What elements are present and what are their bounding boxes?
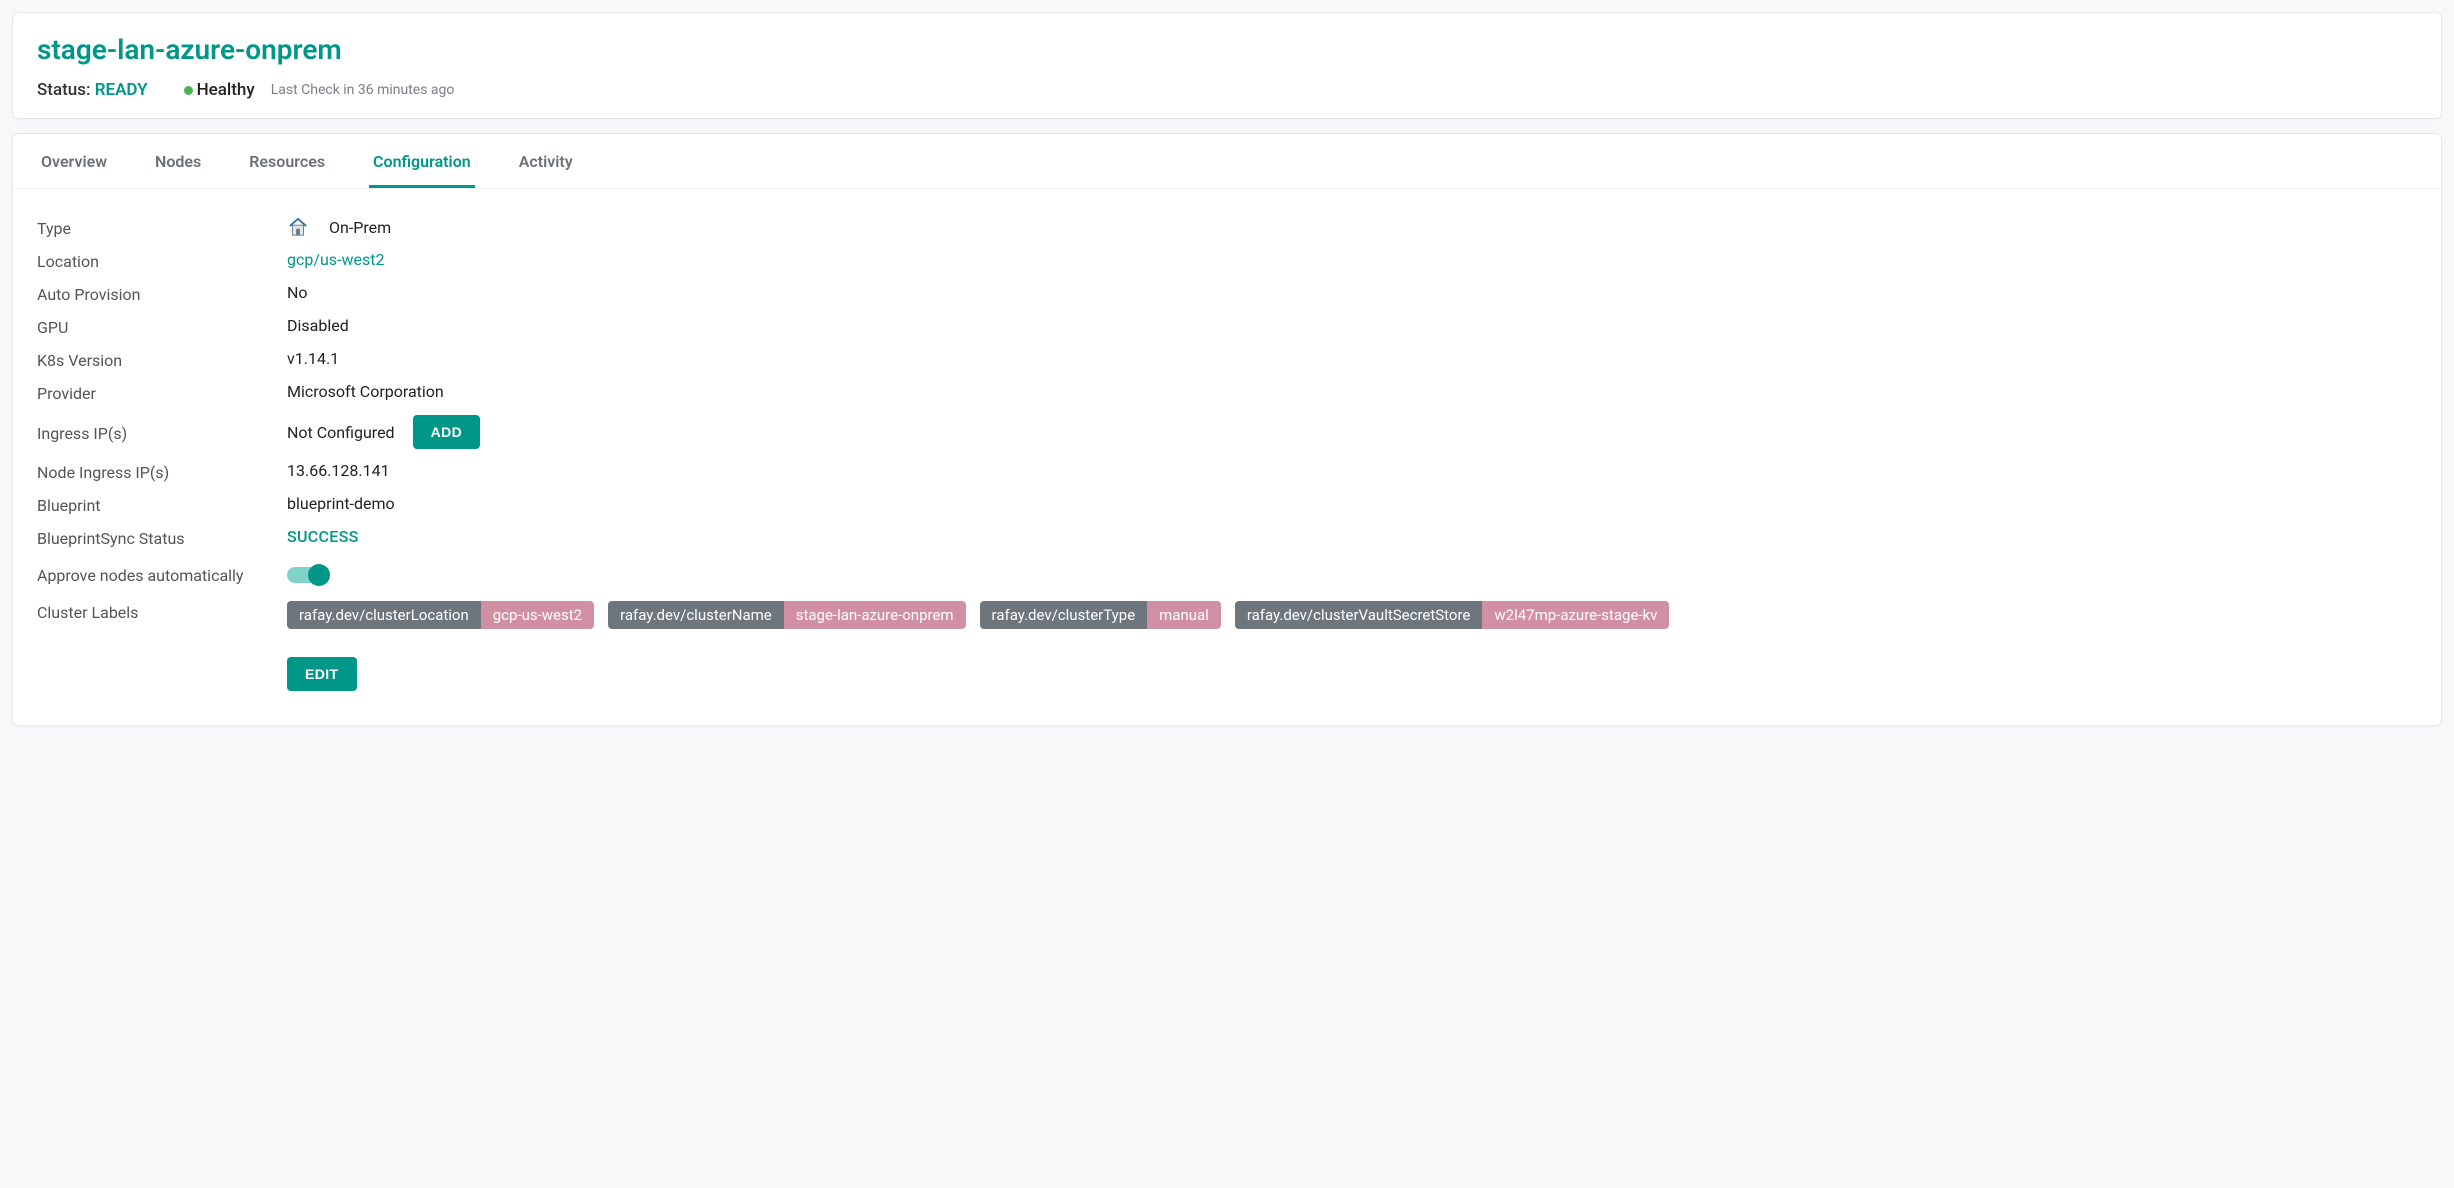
tabs-bar: Overview Nodes Resources Configuration A… [13,134,2441,189]
tab-resources[interactable]: Resources [245,134,329,188]
label-chip: rafay.dev/clusterName stage-lan-azure-on… [608,601,965,629]
autoprovision-label: Auto Provision [37,283,287,304]
label-key: rafay.dev/clusterName [608,601,784,629]
health-dot-icon [184,86,193,95]
label-key: rafay.dev/clusterVaultSecretStore [1235,601,1483,629]
cluster-title: stage-lan-azure-onprem [37,33,2417,66]
k8s-label: K8s Version [37,349,287,370]
blueprintsync-value: SUCCESS [287,527,359,546]
type-value: On-Prem [329,218,391,237]
label-value: w2l47mp-azure-stage-kv [1482,601,1669,629]
label-chip: rafay.dev/clusterLocation gcp-us-west2 [287,601,594,629]
edit-labels-button[interactable]: EDIT [287,657,357,691]
blueprint-label: Blueprint [37,494,287,515]
location-link[interactable]: gcp/us-west2 [287,250,384,269]
cluster-header-card: stage-lan-azure-onprem Status: READY Hea… [12,12,2442,119]
autoprovision-value: No [287,283,2417,302]
ingress-value: Not Configured [287,423,395,442]
cluster-labels-label: Cluster Labels [37,601,287,622]
node-ingress-label: Node Ingress IP(s) [37,461,287,482]
node-ingress-value: 13.66.128.141 [287,461,2417,480]
health-text: Healthy [197,80,255,100]
tab-configuration[interactable]: Configuration [369,134,475,188]
provider-label: Provider [37,382,287,403]
config-card: Overview Nodes Resources Configuration A… [12,133,2442,726]
provider-value: Microsoft Corporation [287,382,2417,401]
tab-overview[interactable]: Overview [37,134,111,188]
label-chip: rafay.dev/clusterType manual [980,601,1221,629]
label-chip: rafay.dev/clusterVaultSecretStore w2l47m… [1235,601,1670,629]
label-key: rafay.dev/clusterLocation [287,601,481,629]
status-label: Status: [37,80,90,100]
blueprint-value: blueprint-demo [287,494,2417,513]
location-label: Location [37,250,287,271]
cluster-labels-container: rafay.dev/clusterLocation gcp-us-west2 r… [287,601,1673,635]
label-value: manual [1147,601,1221,629]
on-prem-icon [287,217,309,237]
status-value: READY [95,80,148,100]
gpu-value: Disabled [287,316,2417,335]
k8s-value: v1.14.1 [287,349,2417,368]
label-value: stage-lan-azure-onprem [784,601,966,629]
approve-nodes-toggle[interactable] [287,567,327,583]
tab-activity[interactable]: Activity [515,134,577,188]
status-row: Status: READY Healthy Last Check in 36 m… [37,80,2417,100]
label-value: gcp-us-west2 [481,601,594,629]
tab-nodes[interactable]: Nodes [151,134,205,188]
label-key: rafay.dev/clusterType [980,601,1148,629]
last-check-text: Last Check in 36 minutes ago [271,82,455,98]
type-label: Type [37,217,287,238]
add-ingress-button[interactable]: ADD [413,415,481,449]
approve-nodes-label: Approve nodes automatically [37,564,287,585]
config-content: Type On-Prem Location gcp/us-west2 Auto … [13,189,2441,725]
ingress-label: Ingress IP(s) [37,422,287,443]
gpu-label: GPU [37,316,287,337]
blueprintsync-label: BlueprintSync Status [37,527,287,548]
